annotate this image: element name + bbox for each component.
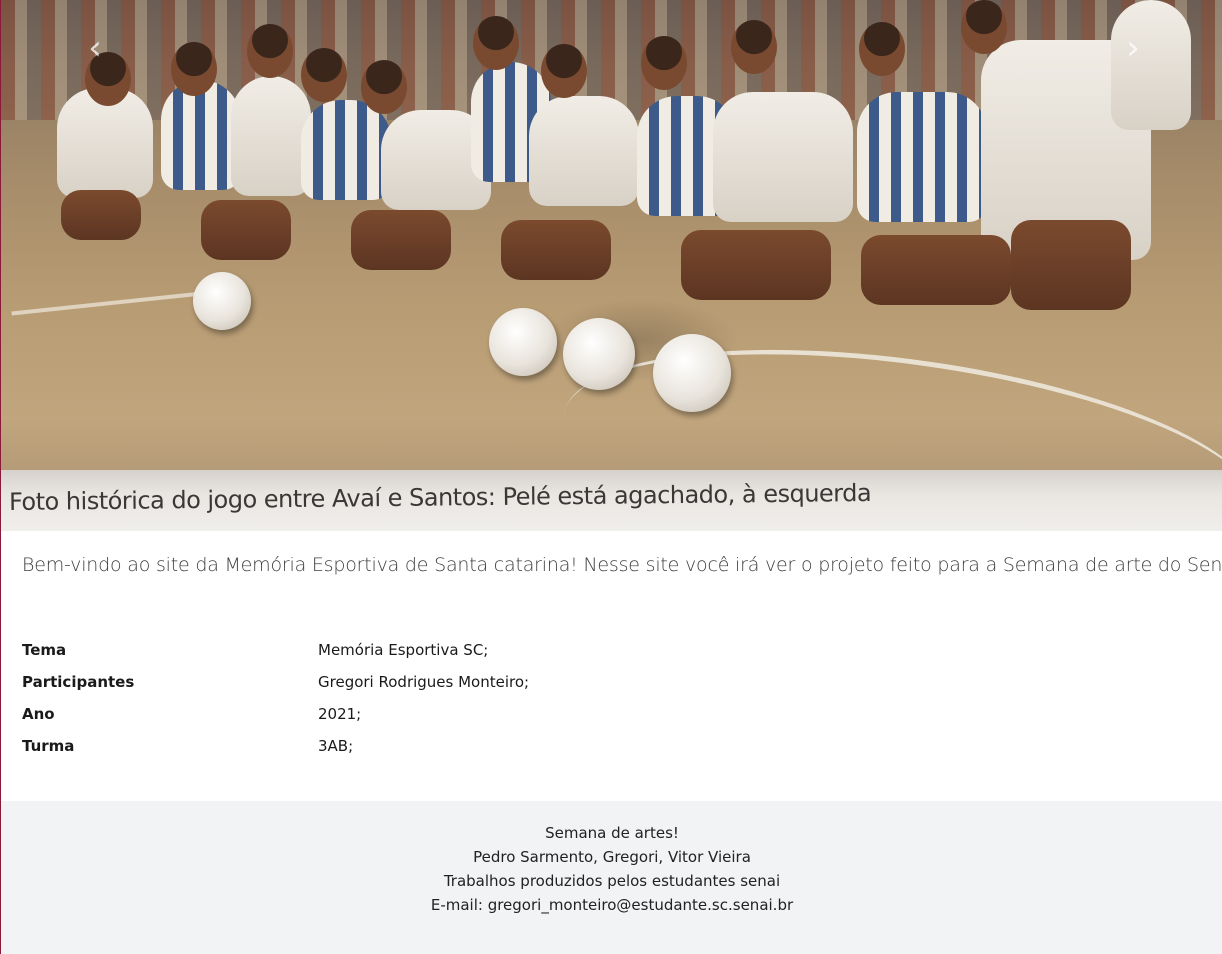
row-value: Gregori Rodrigues Monteiro; (318, 673, 530, 691)
footer-email: E-mail: gregori_monteiro@estudante.sc.se… (430, 896, 794, 914)
footer-note: Trabalhos produzidos pelos estudantes se… (443, 872, 781, 890)
table-row: Ano 2021; (22, 698, 529, 730)
row-value: 3AB; (318, 737, 354, 755)
footer-authors: Pedro Sarmento, Gregori, Vitor Vieira (473, 848, 751, 866)
table-row: Participantes Gregori Rodrigues Monteiro… (22, 666, 529, 698)
row-label: Tema (22, 641, 67, 659)
carousel-prev-button[interactable]: ‹ (75, 28, 115, 68)
table-row: Turma 3AB; (22, 730, 529, 762)
welcome-text: Bem-vindo ao site da Memória Esportiva d… (22, 554, 1222, 576)
row-label: Ano (22, 705, 55, 723)
row-label: Participantes (22, 673, 135, 691)
chevron-right-icon: › (1126, 28, 1140, 68)
row-value: Memória Esportiva SC; (318, 641, 489, 659)
row-label: Turma (22, 737, 75, 755)
carousel-next-button[interactable]: › (1113, 28, 1153, 68)
row-value: 2021; (318, 705, 362, 723)
footer-title: Semana de artes! (545, 824, 679, 842)
table-row: Tema Memória Esportiva SC; (22, 634, 529, 666)
page-footer: Semana de artes! Pedro Sarmento, Gregori… (1, 801, 1222, 954)
project-info-table: Tema Memória Esportiva SC; Participantes… (22, 634, 529, 762)
chevron-left-icon: ‹ (88, 28, 102, 68)
historic-team-photo: Foto histórica do jogo entre Avaí e Sant… (1, 0, 1222, 531)
photo-carousel: Foto histórica do jogo entre Avaí e Sant… (1, 0, 1222, 531)
